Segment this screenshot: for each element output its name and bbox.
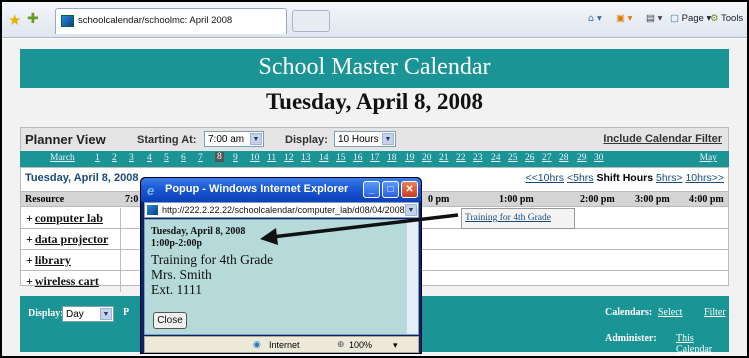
arrow-head: [260, 228, 278, 245]
annotation-arrow: [260, 213, 459, 245]
arrow-shaft: [271, 213, 459, 239]
screenshot-frame: ★ ✚ schoolcalendar/schoolmc: April 2008 …: [0, 0, 749, 358]
